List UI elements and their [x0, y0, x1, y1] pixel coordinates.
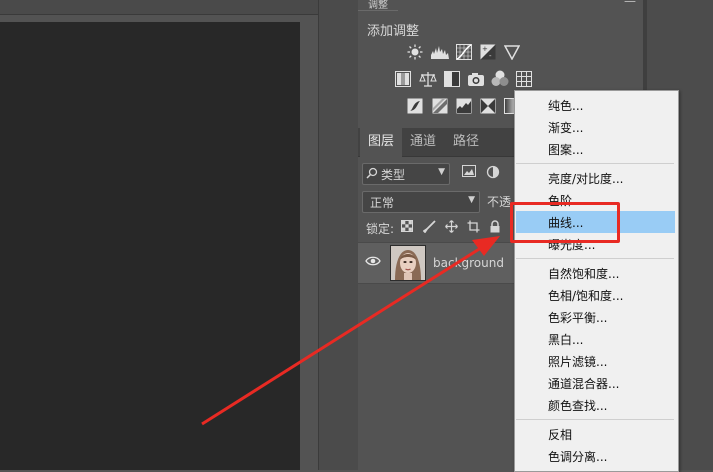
menu-item-channel-mixer[interactable]: 通道混合器...: [548, 375, 619, 392]
document-canvas[interactable]: [0, 22, 300, 470]
menu-item-invert[interactable]: 反相: [548, 426, 572, 443]
vibrance-icon[interactable]: [502, 43, 521, 60]
menu-item-color-lookup[interactable]: 颜色查找...: [548, 397, 607, 414]
menu-item-hue-saturation[interactable]: 色相/饱和度...: [548, 287, 624, 304]
adjustments-title: 添加调整: [367, 24, 420, 39]
invert-icon[interactable]: [405, 97, 424, 114]
levels-icon[interactable]: [430, 43, 449, 60]
svg-text:+: +: [482, 45, 488, 53]
lock-transparency-icon[interactable]: [401, 220, 415, 234]
document-tab-bar: [0, 0, 318, 15]
eye-icon[interactable]: [365, 255, 381, 267]
menu-item-solid-color[interactable]: 纯色...: [548, 97, 583, 114]
chevron-down-icon: ▼: [468, 195, 475, 205]
lock-label: 锁定:: [366, 222, 395, 236]
menu-separator: [516, 419, 674, 420]
lock-pixels-icon[interactable]: [422, 220, 437, 234]
panel-dock-strip: [318, 0, 360, 470]
photo-filter-icon[interactable]: [466, 70, 485, 87]
threshold-icon[interactable]: [454, 97, 473, 114]
menu-item-gradient[interactable]: 渐变...: [548, 119, 583, 136]
panel-menu-button[interactable]: —: [622, 0, 638, 8]
menu-separator: [516, 163, 674, 164]
lock-position-icon[interactable]: [445, 220, 459, 234]
tab-paths[interactable]: 路径: [445, 128, 487, 156]
tab-adjustments[interactable]: 调整: [358, 0, 398, 11]
black-white-icon[interactable]: [442, 70, 461, 87]
canvas-scroll-gutter: [300, 22, 318, 470]
menu-separator: [516, 258, 674, 259]
layer-filter-dropdown[interactable]: 类型 ▼: [362, 163, 450, 185]
lock-all-icon[interactable]: [489, 220, 503, 234]
menu-item-photo-filter[interactable]: 照片滤镜...: [548, 353, 607, 370]
curves-icon[interactable]: [454, 43, 473, 60]
tab-adjustments-label: 调整: [368, 0, 388, 11]
annotation-highlight-box: [510, 202, 620, 243]
blend-mode-value: 正常: [370, 196, 395, 210]
filter-adjustment-icon[interactable]: [486, 165, 502, 181]
posterize-icon[interactable]: [430, 97, 449, 114]
selective-color-icon[interactable]: [478, 97, 497, 114]
menu-item-posterize[interactable]: 色调分离...: [548, 448, 607, 465]
brightness-icon[interactable]: [405, 43, 424, 60]
layer-filter-label: 类型: [381, 168, 406, 182]
menu-item-pattern[interactable]: 图案...: [548, 141, 583, 158]
tab-channels[interactable]: 通道: [402, 128, 444, 156]
menu-item-brightness-contrast[interactable]: 亮度/对比度...: [548, 170, 624, 187]
color-balance-icon[interactable]: [418, 70, 437, 87]
blend-mode-dropdown[interactable]: 正常 ▼: [362, 191, 480, 213]
channel-mixer-icon[interactable]: [490, 70, 509, 87]
layer-thumbnail[interactable]: [390, 245, 426, 281]
lock-artboard-icon[interactable]: [467, 220, 481, 234]
opacity-label: 不透: [487, 195, 512, 209]
filter-pixel-icon[interactable]: [462, 165, 478, 181]
exposure-icon[interactable]: + -: [478, 43, 497, 60]
tab-layers[interactable]: 图层: [360, 128, 403, 157]
menu-item-black-white[interactable]: 黑白...: [548, 331, 583, 348]
search-icon: [366, 167, 378, 182]
layer-name[interactable]: background: [433, 256, 504, 270]
menu-item-vibrance[interactable]: 自然饱和度...: [548, 265, 619, 282]
menu-item-color-balance[interactable]: 色彩平衡...: [548, 309, 607, 326]
hue-saturation-icon[interactable]: [393, 70, 412, 87]
chevron-down-icon: ▼: [438, 167, 445, 177]
color-lookup-icon[interactable]: [514, 70, 533, 87]
